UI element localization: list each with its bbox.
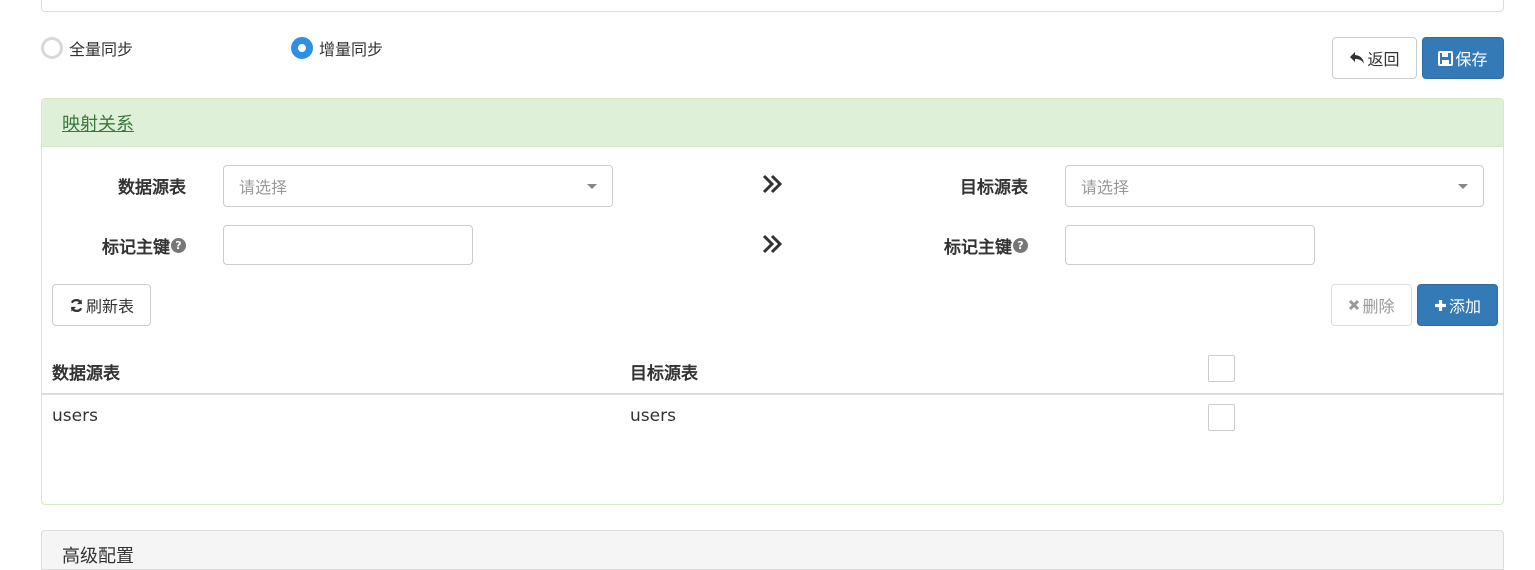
column-header-source: 数据源表 bbox=[52, 364, 120, 384]
cell-target: users bbox=[630, 406, 676, 426]
radio-incremental-sync[interactable]: 增量同步 bbox=[291, 36, 383, 60]
mapping-panel-header: 映射关系 bbox=[42, 99, 1503, 147]
floppy-disk-icon bbox=[1438, 50, 1454, 66]
double-chevron-right-icon bbox=[762, 174, 783, 194]
source-pk-input[interactable] bbox=[223, 225, 473, 265]
chevron-down-icon bbox=[587, 184, 597, 189]
target-table-label: 目标源表 bbox=[904, 173, 1028, 198]
advanced-config-panel: 高级配置 bbox=[41, 530, 1504, 570]
radio-incremental-sync-label: 增量同步 bbox=[319, 40, 384, 59]
radio-full-sync[interactable]: 全量同步 bbox=[41, 36, 133, 60]
delete-button-label: 删除 bbox=[1362, 297, 1395, 316]
save-button[interactable]: 保存 bbox=[1422, 37, 1504, 79]
reply-icon bbox=[1349, 51, 1365, 65]
source-pk-label: 标记主键 ? bbox=[62, 233, 186, 258]
advanced-config-title[interactable]: 高级配置 bbox=[62, 542, 134, 568]
target-table-select[interactable]: 请选择 bbox=[1065, 165, 1484, 207]
add-button[interactable]: 添加 bbox=[1417, 284, 1498, 326]
target-pk-label: 标记主键 ? bbox=[904, 233, 1028, 258]
row-checkbox[interactable] bbox=[1208, 404, 1235, 431]
target-table-select-placeholder: 请选择 bbox=[1081, 178, 1130, 197]
radio-full-sync-label: 全量同步 bbox=[69, 40, 134, 59]
radio-full-sync-circle[interactable] bbox=[41, 37, 63, 59]
mapping-panel-title[interactable]: 映射关系 bbox=[62, 110, 134, 136]
add-button-label: 添加 bbox=[1448, 297, 1481, 316]
previous-panel-bottom bbox=[41, 0, 1504, 12]
source-table-label: 数据源表 bbox=[62, 173, 186, 198]
target-pk-label-text: 标记主键 bbox=[944, 237, 1012, 258]
table-header-divider bbox=[42, 393, 1503, 395]
source-table-label-text: 数据源表 bbox=[118, 178, 186, 198]
refresh-table-button[interactable]: 刷新表 bbox=[52, 284, 151, 326]
plus-icon bbox=[1434, 299, 1447, 312]
column-header-target: 目标源表 bbox=[630, 364, 698, 384]
radio-incremental-sync-circle[interactable] bbox=[291, 37, 313, 59]
double-chevron-right-icon bbox=[762, 234, 783, 254]
save-button-label: 保存 bbox=[1455, 50, 1488, 69]
select-all-checkbox[interactable] bbox=[1208, 355, 1235, 382]
source-table-select[interactable]: 请选择 bbox=[223, 165, 613, 207]
question-circle-icon[interactable]: ? bbox=[1013, 237, 1028, 253]
back-button-label: 返回 bbox=[1367, 50, 1400, 69]
chevron-down-icon bbox=[1458, 184, 1468, 189]
source-table-select-placeholder: 请选择 bbox=[239, 178, 288, 197]
mapping-panel: 映射关系 数据源表 请选择 目标源表 请选择 标记主键 ? 标记主键 ? 刷新表 bbox=[41, 98, 1504, 505]
refresh-table-button-label: 刷新表 bbox=[85, 297, 134, 316]
delete-button[interactable]: 删除 bbox=[1331, 284, 1412, 326]
source-pk-label-text: 标记主键 bbox=[102, 237, 170, 258]
target-table-label-text: 目标源表 bbox=[960, 177, 1028, 198]
question-circle-icon[interactable]: ? bbox=[171, 237, 186, 253]
target-pk-input[interactable] bbox=[1065, 225, 1315, 265]
close-icon bbox=[1348, 299, 1360, 311]
back-button[interactable]: 返回 bbox=[1332, 37, 1417, 79]
refresh-icon bbox=[69, 298, 84, 313]
cell-source: users bbox=[52, 406, 98, 426]
